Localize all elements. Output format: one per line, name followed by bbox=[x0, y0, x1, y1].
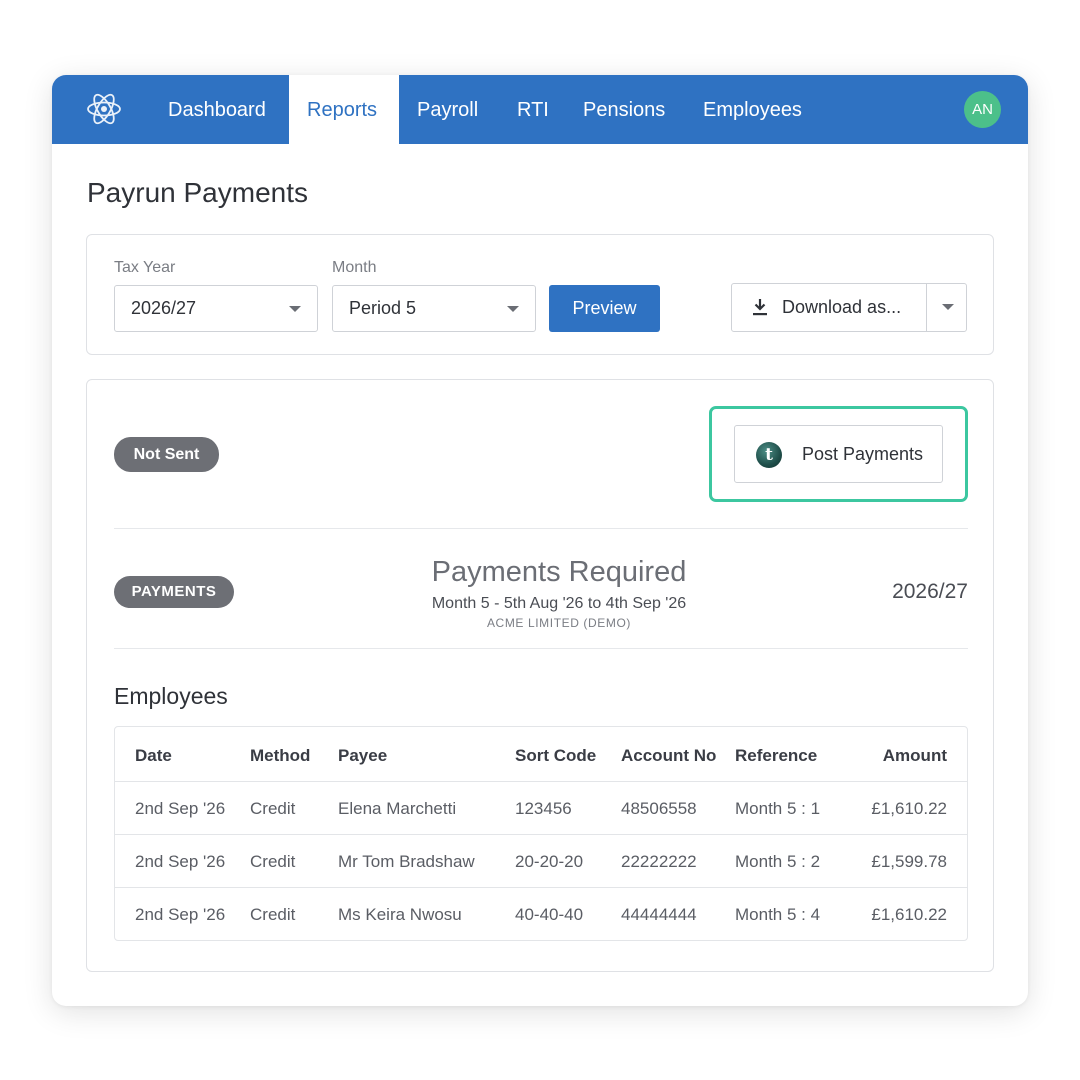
divider bbox=[114, 528, 968, 529]
nav-employees[interactable]: Employees bbox=[685, 75, 820, 144]
post-payments-button[interactable]: t Post Payments bbox=[734, 425, 943, 483]
cell-date: 2nd Sep '26 bbox=[135, 852, 226, 871]
cell-date: 2nd Sep '26 bbox=[135, 905, 226, 924]
cell-reference: Month 5 : 2 bbox=[735, 852, 821, 871]
cell-method: Credit bbox=[250, 905, 296, 924]
table-row: 2nd Sep '26 Credit Ms Keira Nwosu 40-40-… bbox=[115, 887, 967, 940]
download-label: Download as... bbox=[782, 297, 902, 317]
cell-account-no: 44444444 bbox=[621, 905, 697, 924]
cell-amount: £1,599.78 bbox=[871, 852, 947, 871]
cell-reference: Month 5 : 1 bbox=[735, 799, 821, 818]
nav-reports[interactable]: Reports bbox=[289, 75, 399, 144]
report-year: 2026/27 bbox=[892, 580, 968, 603]
payments-card: Not Sent t Post Payments PAYMENTS Paymen… bbox=[86, 379, 994, 972]
cell-amount: £1,610.22 bbox=[871, 905, 947, 924]
divider bbox=[114, 648, 968, 649]
cell-payee: Elena Marchetti bbox=[338, 799, 457, 818]
column-header-sort-code: Sort Code bbox=[515, 746, 597, 765]
report-period: Month 5 - 5th Aug '26 to 4th Sep '26 bbox=[431, 595, 687, 612]
user-avatar[interactable]: AN bbox=[964, 91, 1001, 128]
preview-button[interactable]: Preview bbox=[549, 285, 660, 332]
download-options-toggle[interactable] bbox=[927, 284, 967, 331]
column-header-method: Method bbox=[250, 746, 311, 765]
cell-payee: Mr Tom Bradshaw bbox=[338, 852, 475, 871]
chevron-down-icon bbox=[942, 304, 954, 310]
payments-badge: PAYMENTS bbox=[114, 576, 234, 608]
cell-amount: £1,610.22 bbox=[871, 799, 947, 818]
cell-method: Credit bbox=[250, 799, 296, 818]
post-payments-label: Post Payments bbox=[802, 444, 924, 464]
column-header-amount: Amount bbox=[882, 746, 947, 765]
download-icon bbox=[753, 299, 767, 316]
cell-method: Credit bbox=[250, 852, 296, 871]
cell-account-no: 22222222 bbox=[621, 852, 697, 871]
cell-sort-code: 20-20-20 bbox=[515, 852, 584, 871]
tax-year-label: Tax Year bbox=[114, 259, 176, 276]
nav-pensions[interactable]: Pensions bbox=[565, 75, 683, 144]
app-window: Dashboard Reports Payroll RTI Pensions E… bbox=[52, 75, 1028, 1006]
cell-payee: Ms Keira Nwosu bbox=[338, 905, 462, 924]
table-row: 2nd Sep '26 Credit Mr Tom Bradshaw 20-20… bbox=[115, 834, 967, 887]
download-button[interactable]: Download as... bbox=[732, 284, 926, 331]
cell-sort-code: 123456 bbox=[515, 799, 572, 818]
nav-rti[interactable]: RTI bbox=[499, 75, 567, 144]
t-logo-icon: t bbox=[756, 442, 782, 468]
column-header-date: Date bbox=[135, 746, 172, 765]
nav-payroll[interactable]: Payroll bbox=[399, 75, 496, 144]
cell-account-no: 48506558 bbox=[621, 799, 697, 818]
top-navbar: Dashboard Reports Payroll RTI Pensions E… bbox=[52, 75, 1028, 144]
payments-table: Date Method Payee Sort Code Account No R… bbox=[114, 726, 968, 941]
nav-dashboard[interactable]: Dashboard bbox=[150, 75, 284, 144]
chevron-down-icon bbox=[289, 306, 301, 312]
cell-sort-code: 40-40-40 bbox=[515, 905, 584, 924]
tax-year-select[interactable]: 2026/27 bbox=[114, 285, 318, 332]
report-company: ACME LIMITED (DEMO) bbox=[486, 616, 632, 630]
atom-icon[interactable] bbox=[85, 90, 123, 128]
download-split-button: Download as... bbox=[731, 283, 967, 332]
month-label: Month bbox=[332, 259, 377, 276]
column-header-account-no: Account No bbox=[621, 746, 717, 765]
cell-date: 2nd Sep '26 bbox=[135, 799, 226, 818]
tax-year-value: 2026/27 bbox=[131, 298, 197, 318]
employees-heading: Employees bbox=[114, 683, 228, 709]
status-badge: Not Sent bbox=[114, 437, 219, 472]
column-header-reference: Reference bbox=[735, 746, 818, 765]
table-row: 2nd Sep '26 Credit Elena Marchetti 12345… bbox=[115, 781, 967, 834]
filters-card: Tax Year 2026/27 Month Period 5 Preview … bbox=[86, 234, 994, 355]
month-value: Period 5 bbox=[349, 298, 417, 318]
chevron-down-icon bbox=[507, 306, 519, 312]
page-title: Payrun Payments bbox=[87, 177, 308, 208]
cell-reference: Month 5 : 4 bbox=[735, 905, 821, 924]
column-header-payee: Payee bbox=[338, 746, 388, 765]
report-title: Payments Required bbox=[431, 556, 687, 588]
month-select[interactable]: Period 5 bbox=[332, 285, 536, 332]
